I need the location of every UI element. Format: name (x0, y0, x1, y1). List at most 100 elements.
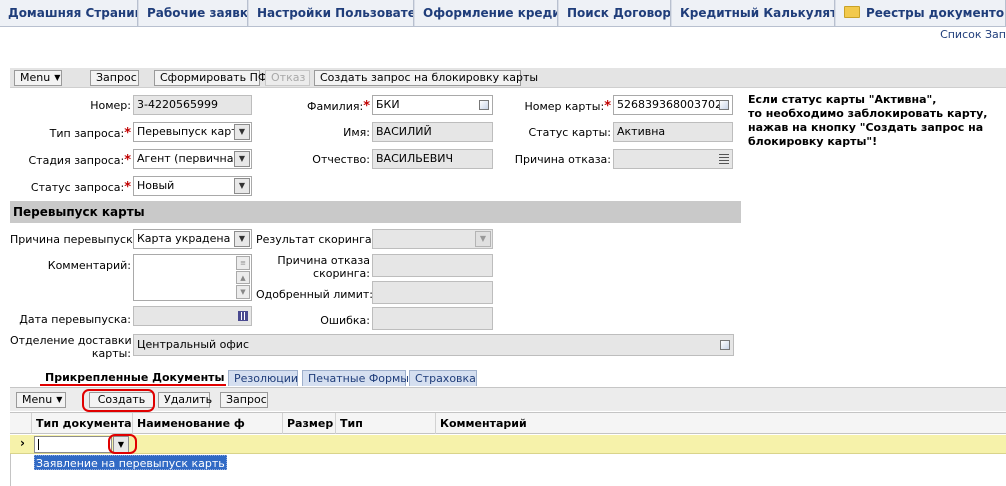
chevron-down-icon[interactable]: ▼ (234, 151, 250, 167)
create-block-card-request-button[interactable]: Создать запрос на блокировку карты (314, 70, 538, 86)
approved-limit-field (372, 281, 493, 304)
chevron-down-icon[interactable]: ▼ (234, 231, 250, 247)
name-label: Имя: (343, 126, 370, 139)
name-field: ВАСИЛИЙ (372, 122, 493, 142)
column-header-size[interactable]: Размер (283, 413, 336, 434)
nav-tab-contract-search[interactable]: Поиск Договора (559, 0, 671, 26)
request-stage-value: Агент (первичная (137, 152, 241, 165)
number-field: 3-4220565999 (133, 95, 252, 115)
current-row-icon: › (20, 436, 25, 450)
request-stage-label: Стадия запроса:* (28, 153, 132, 168)
calendar-icon[interactable] (238, 311, 248, 321)
instruction-note: Если статус карты "Активна", то необходи… (748, 93, 988, 149)
create-document-button[interactable]: Создать (89, 392, 154, 408)
chevron-down-icon[interactable]: ▼ (113, 436, 129, 453)
delivery-office-field[interactable]: Центральный офис (133, 334, 734, 356)
documents-toolbar: Menu ▼ Создать Удалить Запрос (10, 387, 1006, 411)
note-line: блокировку карты"! (748, 135, 878, 148)
card-number-label: Номер карты:* (524, 99, 611, 114)
scroll-down-icon[interactable]: ▼ (236, 285, 250, 299)
documents-menu-button[interactable]: Menu ▼ (16, 392, 66, 408)
tab-insurance[interactable]: Страховка (409, 370, 477, 386)
request-type-select[interactable]: Перевыпуск карть ▼ (133, 122, 252, 142)
reissue-reason-label: Причина перевыпуска: (10, 233, 144, 246)
reissue-date-label: Дата перевыпуска: (19, 313, 131, 326)
nav-tab-credit-calculator[interactable]: Кредитный Калькулятор (672, 0, 835, 26)
error-label: Ошибка: (320, 314, 370, 327)
chevron-down-icon[interactable]: ▼ (475, 231, 491, 247)
caret-down-icon: ▼ (54, 73, 61, 82)
note-line: Если статус карты "Активна", (748, 93, 937, 106)
list-icon[interactable]: ≡ (236, 256, 250, 270)
menu-button-label: Menu (20, 71, 51, 84)
reject-button[interactable]: Отказ (265, 70, 310, 86)
nav-tab-label: Кредитный Калькулятор (680, 6, 834, 20)
documents-request-button[interactable]: Запрос (220, 392, 268, 408)
menu-button[interactable]: Menu ▼ (14, 70, 62, 86)
request-stage-select[interactable]: Агент (первичная ▼ (133, 149, 252, 169)
table-row[interactable] (10, 435, 1006, 454)
nav-tab-label: Настройки Пользователя (257, 6, 413, 20)
row-marker-column (10, 413, 32, 434)
folder-icon (844, 6, 860, 18)
comment-textarea[interactable]: ≡ ▲ ▼ (133, 254, 252, 301)
surname-value: БКИ (376, 98, 400, 111)
comment-label: Комментарий: (47, 259, 131, 272)
note-line: нажав на кнопку "Создать запрос на (748, 121, 984, 134)
column-header-doc-type[interactable]: Тип документа (32, 413, 133, 434)
card-status-field: Активна (613, 122, 733, 142)
request-status-select[interactable]: Новый ▼ (133, 176, 252, 196)
delete-document-button[interactable]: Удалить (158, 392, 212, 408)
patronymic-field: ВАСИЛЬЕВИЧ (372, 149, 493, 169)
lookup-icon[interactable] (479, 100, 489, 110)
form-toolbar: Menu ▼ Запрос Сформировать ПФ Отказ Созда… (10, 68, 1006, 88)
chevron-down-icon[interactable]: ▼ (234, 124, 250, 140)
menu-button-label: Menu (22, 393, 53, 406)
request-type-label: Тип запроса:* (49, 126, 131, 141)
delivery-office-value: Центральный офис (137, 338, 249, 351)
dropdown-option[interactable]: Заявление на перевыпуск карть (34, 455, 227, 470)
list-icon[interactable] (719, 154, 729, 164)
top-navigation: Домашняя Страница Рабочие заявки Настрой… (0, 0, 1006, 27)
reissue-reason-select[interactable]: Карта украдена ▼ (133, 229, 252, 249)
column-header-comment[interactable]: Комментарий (436, 413, 1006, 434)
card-number-value: 5268393680037020 (617, 98, 729, 111)
request-button[interactable]: Запрос (90, 70, 139, 86)
reject-reason-label: Причина отказа: (514, 153, 611, 166)
tab-print-forms[interactable]: Печатные Формы (302, 370, 409, 386)
nav-tab-work-requests[interactable]: Рабочие заявки (139, 0, 248, 26)
documents-grid-header: Тип документа Наименование ф Размер Тип … (10, 412, 1006, 434)
surname-label: Фамилия:* (307, 99, 370, 114)
nav-tab-home[interactable]: Домашняя Страница (0, 0, 138, 26)
delivery-office-label: Отделение доставки карты: (10, 334, 132, 360)
nav-tab-credit-application[interactable]: Оформление кредита (415, 0, 558, 26)
chevron-down-icon[interactable]: ▼ (234, 178, 250, 194)
tab-resolutions[interactable]: Резолюции (228, 370, 298, 386)
section-title: Перевыпуск карты (10, 201, 741, 223)
scoring-result-select[interactable]: ▼ (372, 229, 493, 249)
doc-type-input[interactable] (34, 436, 112, 453)
column-header-type[interactable]: Тип (336, 413, 436, 434)
nav-tab-user-settings[interactable]: Настройки Пользователя (249, 0, 414, 26)
scoring-reject-reason-label: Причина отказа скоринга: (277, 254, 370, 280)
lookup-icon[interactable] (719, 100, 729, 110)
lookup-icon[interactable] (720, 340, 730, 350)
scoring-reject-reason-field (372, 254, 493, 277)
caret-down-icon[interactable]: ▼ (56, 393, 62, 407)
card-number-field[interactable]: 5268393680037020 (613, 95, 733, 115)
card-status-label: Статус карты: (528, 126, 611, 139)
column-header-name[interactable]: Наименование ф (133, 413, 283, 434)
reject-reason-field[interactable] (613, 149, 733, 169)
request-list-link[interactable]: Список Зап (940, 28, 1006, 41)
nav-tab-document-registers[interactable]: Реестры документов (836, 0, 1006, 26)
generate-print-form-button[interactable]: Сформировать ПФ (154, 70, 267, 86)
reissue-date-field[interactable] (133, 306, 252, 326)
nav-tab-label: Поиск Договора (567, 6, 671, 20)
nav-tab-label: Реестры документов (866, 6, 1006, 20)
reissue-reason-value: Карта украдена (137, 232, 231, 245)
request-status-label: Статус запроса:* (30, 180, 131, 195)
scroll-up-icon[interactable]: ▲ (236, 271, 250, 284)
note-line: то необходимо заблокировать карту, (748, 107, 988, 120)
tab-attached-documents[interactable]: Прикрепленные Документы (40, 370, 226, 386)
surname-field[interactable]: БКИ (372, 95, 493, 115)
